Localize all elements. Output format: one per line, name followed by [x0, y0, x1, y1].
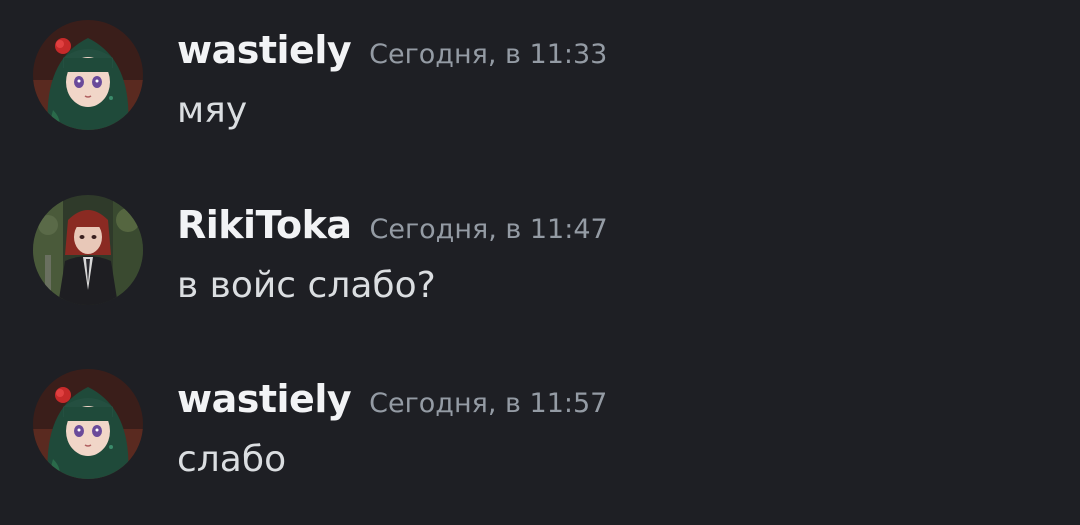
message: wastiely Сегодня, в 11:57 слабо: [0, 367, 1080, 497]
avatar[interactable]: [33, 20, 143, 130]
message-header: wastiely Сегодня, в 11:33: [177, 28, 607, 78]
message-header: wastiely Сегодня, в 11:57: [177, 377, 607, 427]
timestamp: Сегодня, в 11:57: [369, 388, 608, 419]
username[interactable]: wastiely: [177, 28, 352, 72]
avatar[interactable]: [33, 195, 143, 305]
green-hair-girl-avatar-icon: [33, 369, 143, 479]
message-text: слабо: [177, 439, 287, 480]
message-list: wastiely Сегодня, в 11:33 мяу RikiToka С…: [0, 0, 1080, 525]
username[interactable]: wastiely: [177, 377, 352, 421]
avatar[interactable]: [33, 369, 143, 479]
red-hair-suit-avatar-icon: [33, 195, 143, 305]
message: wastiely Сегодня, в 11:33 мяу: [0, 18, 1080, 148]
message: RikiToka Сегодня, в 11:47 в войс слабо?: [0, 193, 1080, 323]
timestamp: Сегодня, в 11:33: [369, 39, 608, 70]
message-header: RikiToka Сегодня, в 11:47: [177, 203, 608, 253]
green-hair-girl-avatar-icon: [33, 20, 143, 130]
timestamp: Сегодня, в 11:47: [369, 214, 608, 245]
message-text: мяу: [177, 90, 248, 131]
username[interactable]: RikiToka: [177, 203, 352, 247]
message-text: в войс слабо?: [177, 265, 436, 306]
